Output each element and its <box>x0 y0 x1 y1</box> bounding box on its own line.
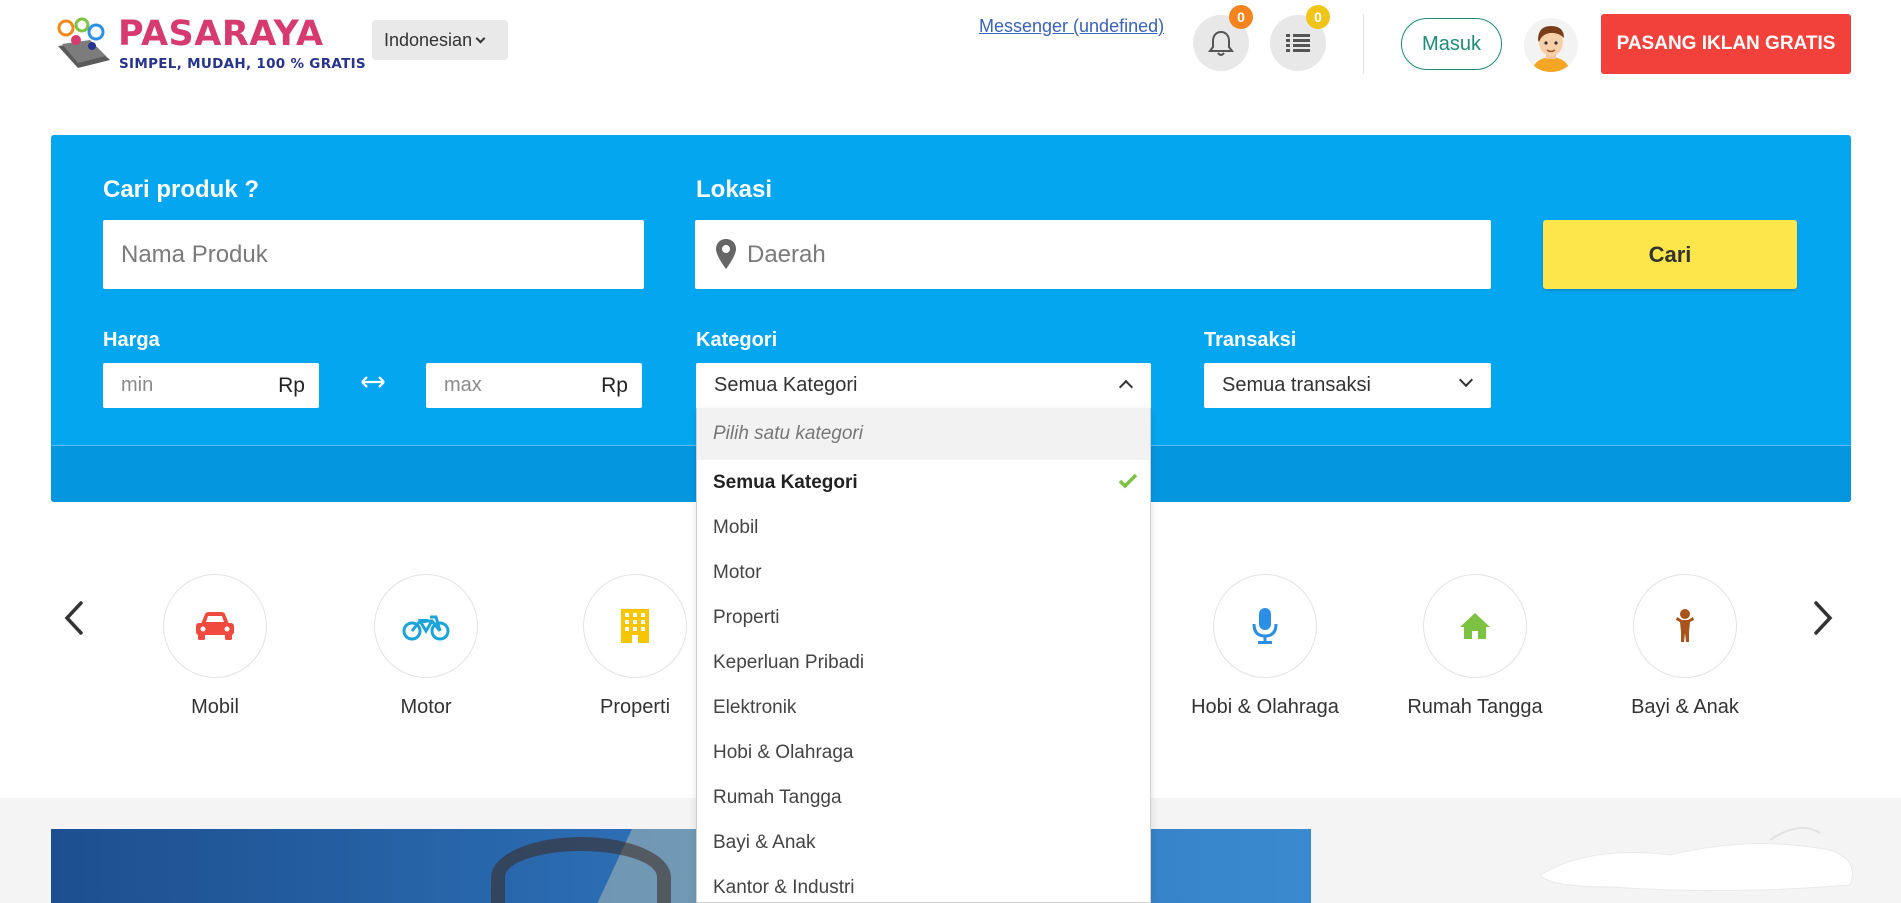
decorative-scribble-icon <box>1539 826 1853 892</box>
location-label: Lokasi <box>696 176 773 203</box>
list-count-badge: 0 <box>1306 5 1330 29</box>
category-select[interactable]: Semua Kategori <box>696 363 1151 408</box>
category-card-properti[interactable]: Properti <box>550 574 720 719</box>
dropdown-option-properti[interactable]: Properti <box>697 595 1150 640</box>
car-icon <box>196 612 234 640</box>
dropdown-option-keperluan-pribadi[interactable]: Keperluan Pribadi <box>697 640 1150 685</box>
category-icon-circle <box>583 574 687 678</box>
product-search-label: Cari produk ? <box>103 176 260 203</box>
range-arrows-icon <box>361 376 385 388</box>
list-icon <box>1286 34 1310 52</box>
price-min-input[interactable] <box>121 363 271 408</box>
reset-search-link[interactable]: Reset pencarian <box>103 774 249 797</box>
dropdown-option-semua-kategori[interactable]: Semua Kategori <box>697 460 1150 505</box>
building-icon <box>621 609 649 643</box>
motorcycle-icon <box>402 615 450 641</box>
user-avatar-icon <box>1524 18 1578 72</box>
category-card-hobi-olahraga[interactable]: Hobi & Olahraga <box>1180 574 1350 719</box>
dropdown-hint: Pilih satu kategori <box>697 408 1150 460</box>
messenger-link[interactable]: Messenger (undefined) <box>979 16 1164 37</box>
checkmark-icon <box>1118 473 1138 489</box>
site-logo[interactable]: PASARAYA SIMPEL, MUDAH, 100 % GRATIS <box>52 12 366 78</box>
category-card-mobil[interactable]: Mobil <box>130 574 300 719</box>
category-card-motor[interactable]: Motor <box>341 574 511 719</box>
category-label: Bayi & Anak <box>1631 696 1739 718</box>
location-field[interactable] <box>695 220 1491 289</box>
chevron-down-icon <box>1458 372 1474 388</box>
my-ads-list-button[interactable]: 0 <box>1270 5 1330 71</box>
login-button[interactable]: Masuk <box>1401 18 1502 70</box>
dropdown-option-motor[interactable]: Motor <box>697 550 1150 595</box>
product-name-input[interactable] <box>103 220 644 289</box>
category-label: Motor <box>400 696 452 718</box>
currency-label: Rp <box>278 374 305 397</box>
bell-icon <box>1208 30 1234 56</box>
map-pin-icon <box>716 239 736 269</box>
category-label: Hobi & Olahraga <box>1191 696 1339 718</box>
logo-tagline: SIMPEL, MUDAH, 100 % GRATIS <box>119 56 366 72</box>
location-input[interactable] <box>747 220 1477 289</box>
chevron-down-icon <box>475 33 486 44</box>
search-button[interactable]: Cari <box>1543 220 1797 289</box>
currency-label: Rp <box>601 374 628 397</box>
category-label: Rumah Tangga <box>1407 696 1543 718</box>
category-card-rumah-tangga[interactable]: Rumah Tangga <box>1390 574 1560 719</box>
language-value: Indonesian <box>384 30 473 50</box>
category-dropdown-list: Pilih satu kategori Semua Kategori Mobil… <box>696 408 1151 903</box>
dropdown-option-elektronik[interactable]: Elektronik <box>697 685 1150 730</box>
transaction-selected-value: Semua transaksi <box>1222 374 1371 396</box>
notifications-button[interactable]: 0 <box>1193 5 1253 71</box>
carousel-next-arrow-icon[interactable] <box>1813 600 1833 636</box>
logo-title: PASARAYA <box>118 14 324 54</box>
dropdown-option-kantor-industri[interactable]: Kantor & Industri <box>697 865 1150 902</box>
carousel-prev-arrow-icon[interactable] <box>64 600 84 636</box>
dropdown-option-mobil[interactable]: Mobil <box>697 505 1150 550</box>
category-icon-circle <box>163 574 267 678</box>
post-free-ad-button[interactable]: PASANG IKLAN GRATIS <box>1601 14 1851 74</box>
child-icon <box>1676 609 1694 642</box>
notification-count-badge: 0 <box>1229 5 1253 29</box>
category-label: Mobil <box>191 696 239 718</box>
option-label: Semua Kategori <box>713 472 858 493</box>
category-label: Properti <box>599 696 671 718</box>
category-card-bayi-anak[interactable]: Bayi & Anak <box>1600 574 1770 719</box>
language-select[interactable]: Indonesian <box>372 20 508 60</box>
house-icon <box>1460 613 1490 639</box>
price-label: Harga <box>103 329 160 351</box>
category-icon-circle <box>1633 574 1737 678</box>
avatar[interactable] <box>1524 18 1578 72</box>
top-header: PASARAYA SIMPEL, MUDAH, 100 % GRATIS Ind… <box>0 0 1901 100</box>
category-icon-circle <box>1423 574 1527 678</box>
category-icon-circle <box>374 574 478 678</box>
price-min-field[interactable]: Rp <box>103 363 319 408</box>
logo-emblem-icon <box>57 17 110 68</box>
transaction-label: Transaksi <box>1204 329 1297 351</box>
dropdown-option-bayi-anak[interactable]: Bayi & Anak <box>697 820 1150 865</box>
header-divider <box>1363 14 1364 74</box>
transaction-select[interactable]: Semua transaksi <box>1204 363 1491 408</box>
dropdown-option-rumah-tangga[interactable]: Rumah Tangga <box>697 775 1150 820</box>
category-selected-value: Semua Kategori <box>714 374 858 396</box>
price-max-field[interactable]: Rp <box>426 363 642 408</box>
see-all-ads-link[interactable]: Lihat semua iklan <box>1630 774 1798 797</box>
category-icon-circle <box>1213 574 1317 678</box>
price-max-input[interactable] <box>444 363 594 408</box>
microphone-icon <box>1252 608 1278 644</box>
category-label: Kategori <box>696 329 778 351</box>
dropdown-option-hobi-olahraga[interactable]: Hobi & Olahraga <box>697 730 1150 775</box>
chevron-up-icon <box>1118 379 1134 395</box>
